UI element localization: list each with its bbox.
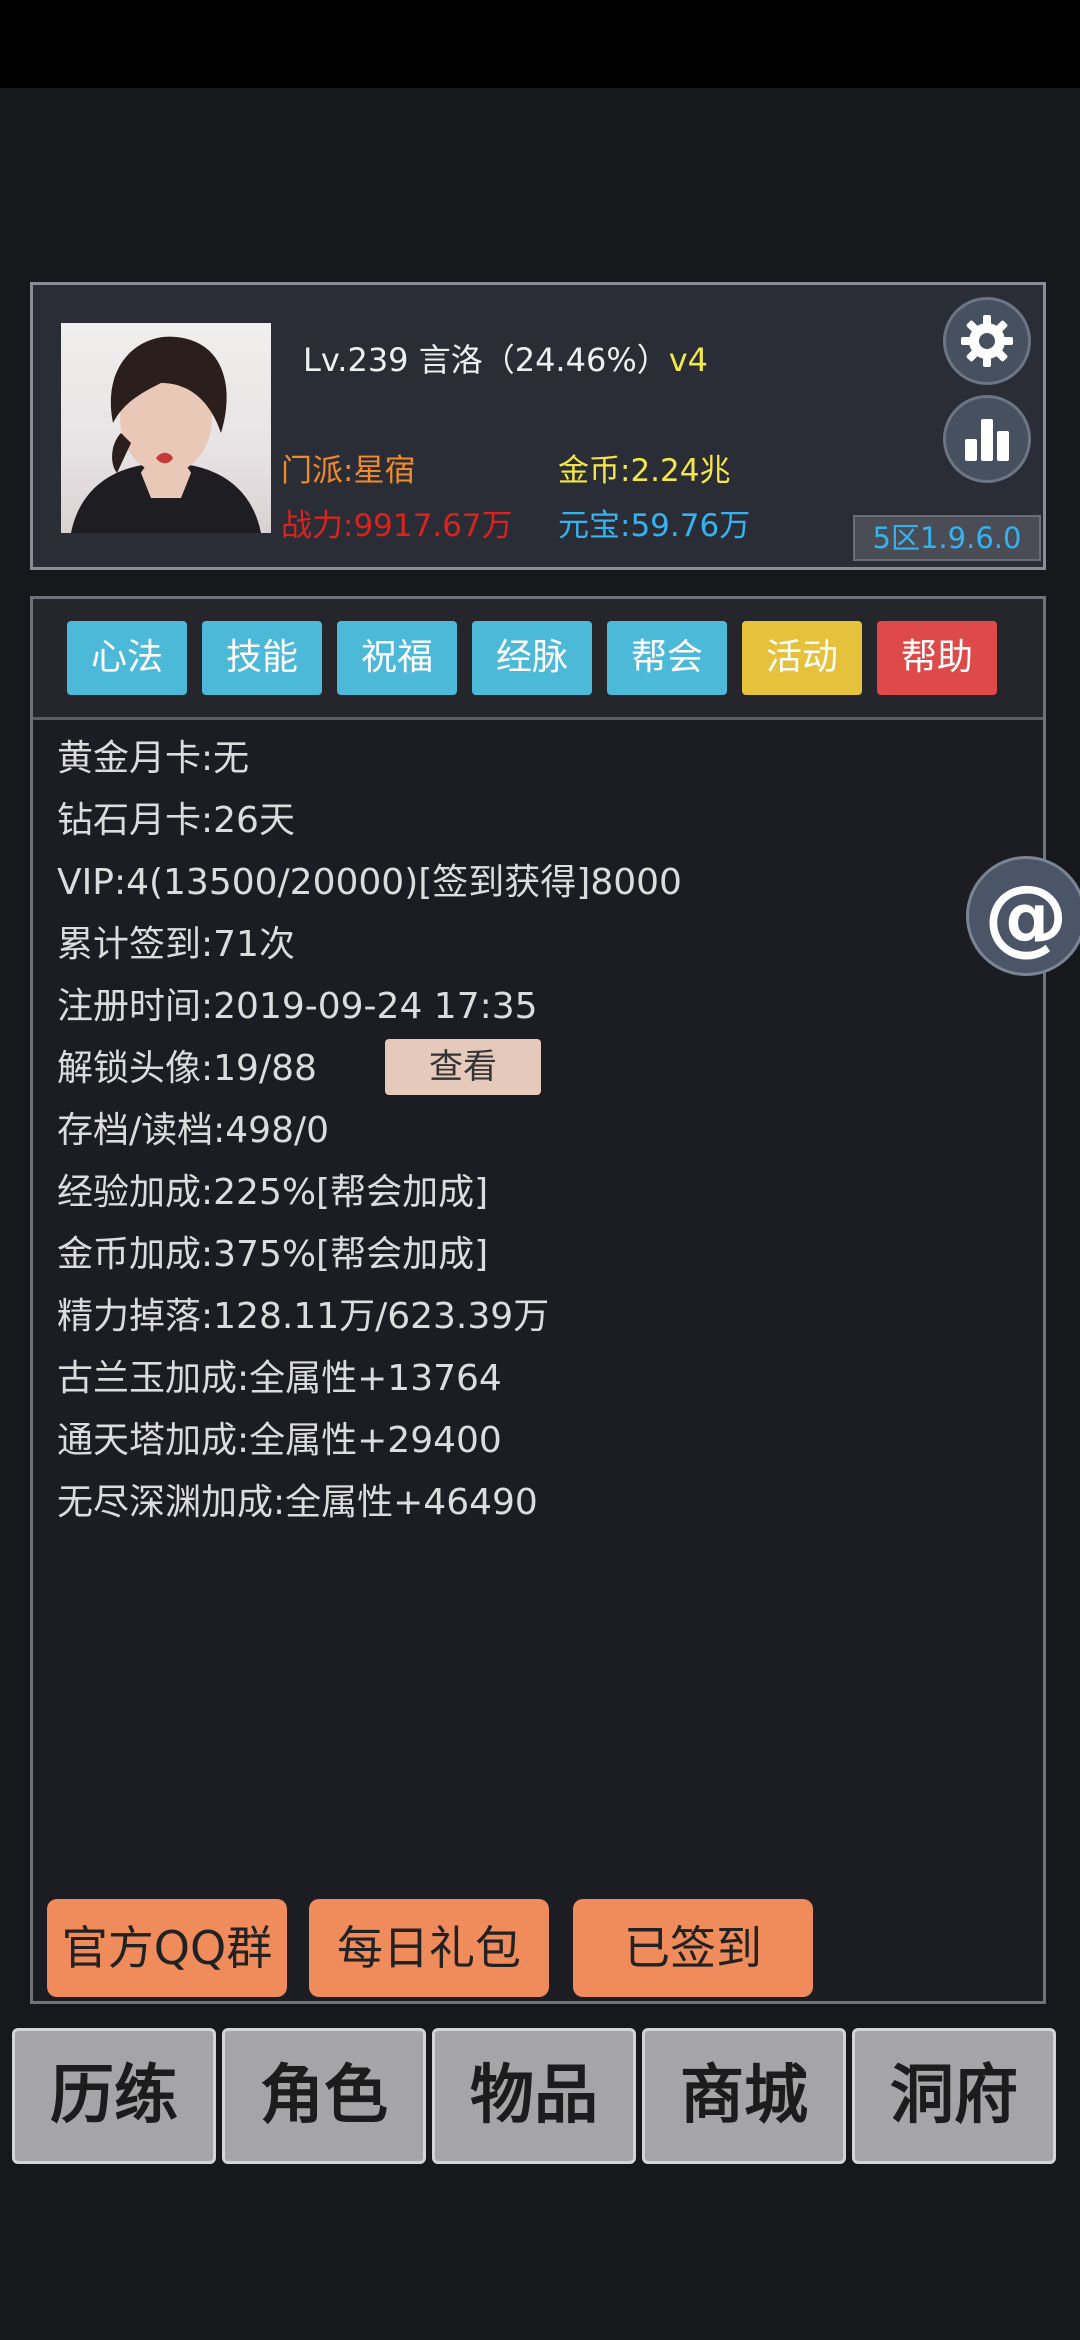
vip-progress: VIP:4(13500/20000)[签到获得]8000 [57, 862, 682, 903]
vip-tag: v4 [668, 341, 709, 379]
gold-bonus: 金币加成:375%[帮会加成] [57, 1234, 489, 1275]
level-name-line: Lv.239 言洛（24.46%）v4 [303, 335, 708, 381]
ingot-label: 元宝:59.76万 [558, 508, 751, 544]
total-signins: 累计签到:71次 [57, 924, 295, 965]
power-label: 战力:9917.67万 [281, 508, 513, 544]
bottom-nav: 历练 角色 物品 商城 洞府 [12, 2028, 1072, 2168]
settings-button[interactable] [943, 297, 1031, 385]
unlocked-avatars: 解锁头像:19/88 [57, 1048, 317, 1089]
gold-monthly-card: 黄金月卡:无 [57, 738, 250, 779]
nav-character[interactable]: 角色 [222, 2028, 426, 2164]
avatar[interactable] [61, 323, 271, 533]
level-name: Lv.239 言洛（24.46%） [303, 341, 669, 379]
mention-float-button[interactable]: @ [966, 856, 1080, 976]
tab-events[interactable]: 活动 [742, 621, 862, 695]
save-load-count: 存档/读档:498/0 [57, 1110, 330, 1151]
ranking-button[interactable] [943, 395, 1031, 483]
tab-help[interactable]: 帮助 [877, 621, 997, 695]
qq-group-button[interactable]: 官方QQ群 [47, 1899, 287, 1997]
profile-panel: Lv.239 言洛（24.46%）v4 门派:星宿 战力:9917.67万 金币… [30, 282, 1046, 570]
diamond-monthly-card: 钻石月卡:26天 [57, 800, 295, 841]
view-avatars-button[interactable]: 查看 [385, 1039, 541, 1095]
daily-gift-button[interactable]: 每日礼包 [309, 1899, 549, 1997]
gulanyu-bonus: 古兰玉加成:全属性+13764 [57, 1358, 502, 1399]
nav-shop[interactable]: 商城 [642, 2028, 846, 2164]
avatar-portrait-icon [71, 336, 261, 533]
bar-chart-icon [965, 419, 1009, 461]
gear-icon [961, 315, 1013, 367]
tab-bar: 心法 技能 祝福 经脉 帮会 活动 帮助 [33, 599, 1043, 720]
nav-training[interactable]: 历练 [12, 2028, 216, 2164]
exp-bonus: 经验加成:225%[帮会加成] [57, 1172, 489, 1213]
sect-label: 门派:星宿 [281, 453, 416, 489]
signed-in-button[interactable]: 已签到 [573, 1899, 813, 1997]
energy-drop: 精力掉落:128.11万/623.39万 [57, 1296, 550, 1337]
gold-label: 金币:2.24兆 [558, 453, 731, 489]
tab-meridian[interactable]: 经脉 [472, 621, 592, 695]
tab-blessing[interactable]: 祝福 [337, 621, 457, 695]
at-sign-icon: @ [984, 867, 1068, 965]
version-badge: 5区1.9.6.0 [853, 515, 1041, 561]
status-bar [0, 0, 1080, 88]
nav-cave[interactable]: 洞府 [852, 2028, 1056, 2164]
main-panel: 心法 技能 祝福 经脉 帮会 活动 帮助 黄金月卡:无 钻石月卡:26天 VIP… [30, 596, 1046, 2004]
nav-items[interactable]: 物品 [432, 2028, 636, 2164]
tab-xinfa[interactable]: 心法 [67, 621, 187, 695]
register-time: 注册时间:2019-09-24 17:35 [57, 986, 538, 1027]
abyss-bonus: 无尽深渊加成:全属性+46490 [57, 1482, 538, 1523]
tower-bonus: 通天塔加成:全属性+29400 [57, 1420, 502, 1461]
tab-skills[interactable]: 技能 [202, 621, 322, 695]
tab-guild[interactable]: 帮会 [607, 621, 727, 695]
